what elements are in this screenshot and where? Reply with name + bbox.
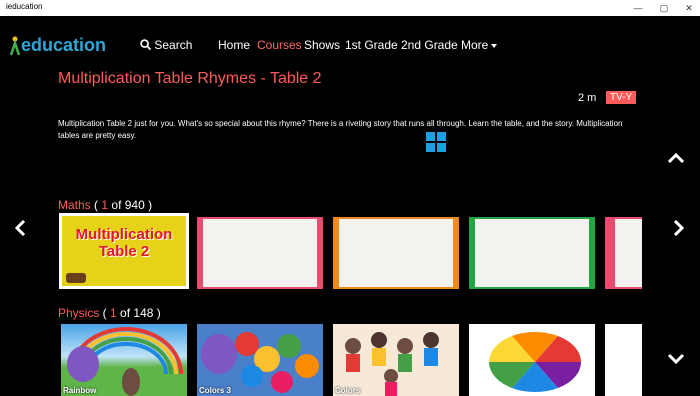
maths-section-title[interactable]: Maths ( 1 of 940 )	[58, 198, 152, 212]
nav-1st-grade[interactable]: 1st Grade	[345, 38, 398, 52]
video-thumbnail[interactable]	[469, 217, 595, 289]
window-titlebar: ieducation — ▢ ✕	[0, 0, 700, 16]
top-navigation: education Search Home Courses Shows 1st …	[0, 16, 700, 74]
logo-icon[interactable]	[8, 36, 22, 56]
video-thumbnail-partial[interactable]	[605, 217, 642, 289]
video-thumbnail[interactable]	[469, 324, 595, 396]
whiteboard-image	[615, 219, 642, 287]
search-button[interactable]: Search	[140, 38, 192, 52]
section-name: Maths	[58, 198, 91, 212]
section-name: Physics	[58, 306, 100, 320]
video-thumbnail[interactable]: Rainbow	[61, 324, 187, 396]
video-thumbnail[interactable]: Colors	[333, 324, 459, 396]
section-current: 1	[110, 306, 117, 320]
video-description: Multiplication Table 2 just for you. Wha…	[58, 119, 623, 140]
video-duration: 2 m	[578, 92, 597, 104]
whiteboard-image	[339, 219, 453, 287]
video-thumbnail[interactable]: Colors 3	[197, 324, 323, 396]
section-total: of 940	[111, 198, 145, 212]
scroll-up-icon[interactable]	[667, 152, 685, 164]
video-thumbnail[interactable]	[197, 217, 323, 289]
nav-home[interactable]: Home	[218, 38, 250, 52]
carousel-prev-icon[interactable]	[14, 220, 26, 236]
whiteboard-image	[203, 219, 317, 287]
nav-courses[interactable]: Courses	[257, 38, 302, 52]
minimize-button[interactable]: —	[628, 1, 648, 15]
video-thumbnail-partial[interactable]	[605, 324, 642, 396]
video-thumbnail-selected[interactable]: Multiplication Table 2	[59, 213, 189, 289]
search-label: Search	[154, 38, 193, 52]
close-button[interactable]: ✕	[679, 1, 699, 15]
windows-logo-icon	[426, 132, 446, 152]
section-current: 1	[101, 198, 109, 212]
physics-section-title[interactable]: Physics ( 1 of 148 )	[58, 306, 161, 320]
chevron-down-icon	[491, 43, 498, 48]
logo-text[interactable]: education	[21, 35, 106, 56]
lion-mascot-icon	[66, 273, 86, 283]
nav-2nd-grade[interactable]: 2nd Grade	[401, 38, 458, 52]
window-title: ieducation	[6, 2, 43, 11]
rating-badge: TV-Y	[606, 91, 637, 104]
carousel-next-icon[interactable]	[673, 220, 685, 236]
restore-button[interactable]: ▢	[654, 1, 674, 15]
video-thumbnail[interactable]	[333, 217, 459, 289]
section-total: of 148	[120, 306, 154, 320]
thumbnail-title: Multiplication Table 2	[75, 226, 173, 260]
search-icon	[140, 39, 152, 51]
video-title: Multiplication Table Rhymes - Table 2	[58, 70, 322, 87]
nav-shows[interactable]: Shows	[304, 38, 340, 52]
nav-more-label: More	[461, 38, 489, 52]
color-wheel-illustration	[489, 331, 581, 393]
whiteboard-image	[475, 219, 589, 287]
nav-more[interactable]: More	[461, 38, 498, 52]
scroll-down-icon[interactable]	[667, 353, 685, 365]
